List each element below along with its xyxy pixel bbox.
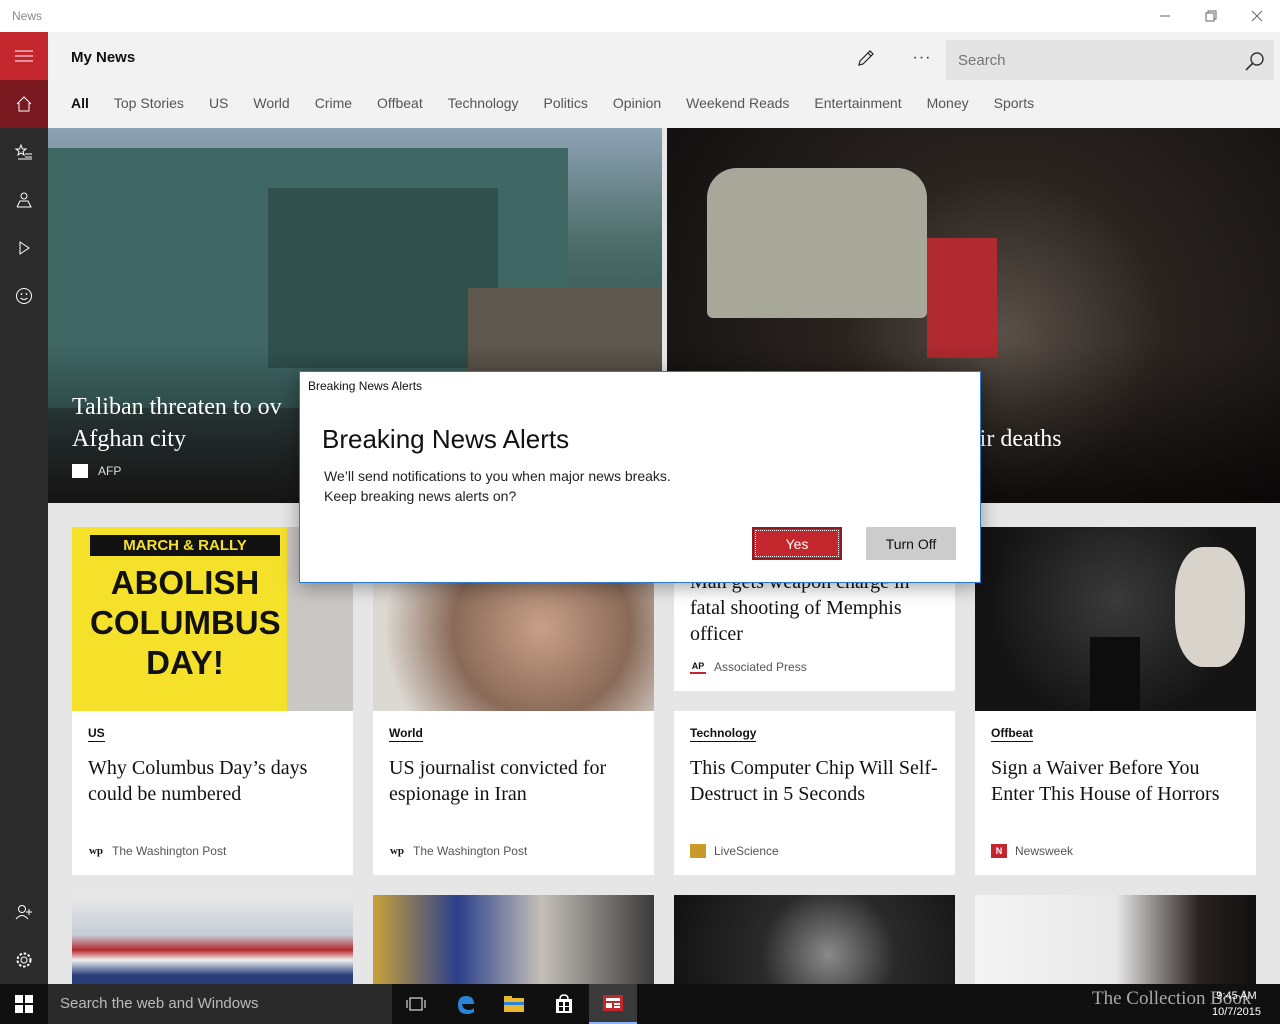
edge-icon [458,996,474,1014]
tab-entertainment[interactable]: Entertainment [814,95,901,111]
restore-icon [1205,10,1217,22]
nav-local[interactable] [0,176,48,224]
close-button[interactable] [1234,0,1280,32]
livescience-logo-icon [690,844,706,858]
title-bar: News [0,0,1280,32]
card-source: LiveScience [690,844,779,858]
card-title: Sign a Waiver Before You Enter This Hous… [991,757,1220,805]
restore-button[interactable] [1188,0,1234,32]
newsweek-logo-icon: N [991,844,1007,858]
nav-video[interactable] [0,224,48,272]
search-icon[interactable] [1244,50,1266,72]
pencil-icon [858,50,874,66]
task-view-button[interactable] [392,984,440,1024]
search-input[interactable] [946,40,1236,80]
home-icon [16,96,32,112]
category-tabs: All Top Stories US World Crime Offbeat T… [71,95,1059,111]
card-category[interactable]: US [88,726,105,742]
page-title: My News [71,49,136,66]
dialog-heading: Breaking News Alerts [322,424,570,454]
tab-technology[interactable]: Technology [448,95,519,111]
taskbar: Search the web and Windows The Collectio… [0,984,1280,1024]
breaking-news-dialog: Breaking News Alerts Breaking News Alert… [299,371,981,583]
tab-money[interactable]: Money [927,95,969,111]
add-person-icon [15,905,32,920]
story-card-image[interactable] [373,895,654,984]
rally-sign: MARCH & RALLY ABOLISH COLUMBUS DAY! [72,527,287,711]
yes-button[interactable]: Yes [752,527,842,560]
gear-icon [16,952,32,968]
window-title: News [12,9,43,23]
tab-top-stories[interactable]: Top Stories [114,95,184,111]
smiley-icon [16,288,32,304]
star-list-icon [15,143,32,160]
nav-home[interactable] [0,80,48,128]
search-box[interactable] [946,40,1274,80]
nav-settings[interactable] [0,936,48,984]
card-source: N Newsweek [991,844,1073,858]
app-header: My News ··· All Top Stories US World Cri… [48,32,1280,128]
card-title: This Computer Chip Will Self-Destruct in… [690,757,938,805]
tab-crime[interactable]: Crime [315,95,352,111]
afp-logo-icon [72,464,88,478]
minimize-button[interactable] [1142,0,1188,32]
store-icon [556,994,572,1013]
news-icon [603,995,623,1011]
card-source: wp The Washington Post [389,844,528,858]
hero-title: heir deaths [957,426,1062,452]
story-card-image[interactable] [72,895,353,984]
card-category[interactable]: Technology [690,726,757,742]
system-clock[interactable]: 9:45 AM 10/7/2015 [1212,988,1261,1020]
close-icon [1251,10,1263,22]
folder-icon [504,996,524,1012]
story-card-image[interactable] [975,895,1256,984]
wapo-logo-icon: wp [389,845,405,857]
task-view-icon [406,997,426,1011]
wapo-logo-icon: wp [88,845,104,857]
card-source: AP Associated Press [690,660,807,674]
tab-politics[interactable]: Politics [544,95,588,111]
card-category[interactable]: World [389,726,423,742]
card-category[interactable]: Offbeat [991,726,1033,742]
card-image [975,527,1256,711]
tab-all[interactable]: All [71,95,89,111]
turn-off-button[interactable]: Turn Off [866,527,956,560]
card-title: US journalist convicted for espionage in… [389,757,607,805]
dialog-window-title: Breaking News Alerts [308,379,423,393]
play-icon [19,241,30,255]
tab-weekend-reads[interactable]: Weekend Reads [686,95,789,111]
start-button[interactable] [0,984,48,1024]
nav-account[interactable] [0,888,48,936]
story-card[interactable]: Offbeat Sign a Waiver Before You Enter T… [975,527,1256,875]
nav-sports[interactable] [0,272,48,320]
hamburger-icon [15,50,33,62]
story-card-image[interactable] [674,895,955,984]
tab-world[interactable]: World [253,95,289,111]
tab-offbeat[interactable]: Offbeat [377,95,423,111]
file-explorer-button[interactable] [490,984,538,1024]
card-source: wp The Washington Post [88,844,227,858]
more-button[interactable]: ··· [908,44,936,72]
nav-interests[interactable] [0,128,48,176]
minimize-icon [1160,15,1170,17]
local-icon [16,192,32,208]
dialog-message: We’ll send notifications to you when maj… [324,468,671,504]
tab-us[interactable]: US [209,95,228,111]
tab-opinion[interactable]: Opinion [613,95,661,111]
card-title: Why Columbus Day’s days could be numbere… [88,757,308,805]
hamburger-button[interactable] [0,32,48,80]
nav-rail [0,32,48,984]
news-app-button[interactable] [589,984,637,1024]
edge-button[interactable] [442,984,490,1024]
hero-source: AFP [72,464,121,478]
edit-button[interactable] [852,44,880,72]
taskbar-search[interactable]: Search the web and Windows [48,984,392,1024]
store-button[interactable] [540,984,588,1024]
tab-sports[interactable]: Sports [994,95,1034,111]
hero-image [707,168,927,318]
windows-logo-icon [15,995,33,1013]
story-card[interactable]: Technology This Computer Chip Will Self-… [674,711,955,875]
ap-logo-icon: AP [690,660,706,674]
